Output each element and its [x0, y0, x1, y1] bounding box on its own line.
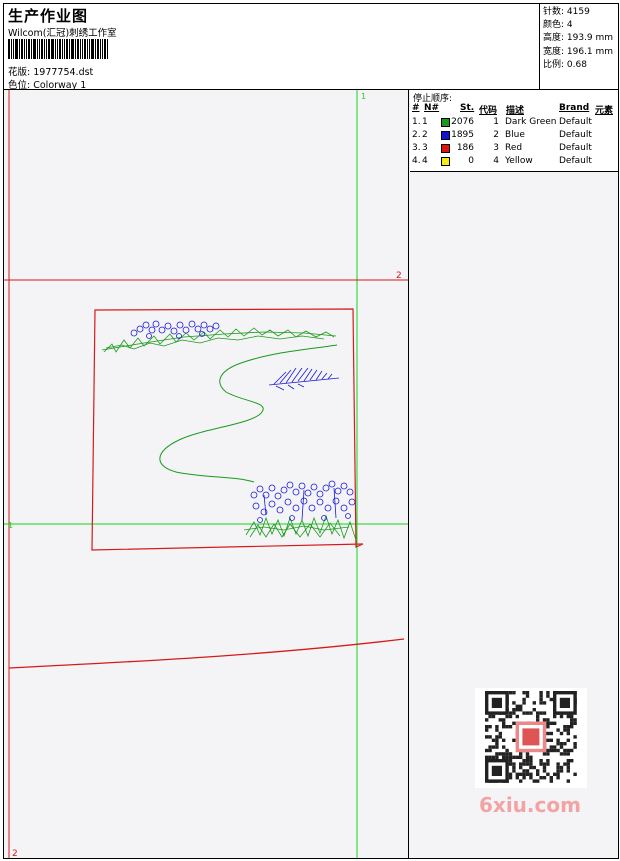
- stop-number: 2.: [412, 130, 421, 140]
- stop-number: 1.: [412, 117, 421, 127]
- company-name: Wilcom(汇冠)刺绣工作室: [8, 28, 117, 39]
- code-cell: 1: [493, 117, 499, 127]
- needle-number: 1: [422, 117, 428, 127]
- col-header-description: 描述: [506, 106, 525, 116]
- guide-label-green-top: 1: [361, 92, 366, 101]
- code-cell: 4: [493, 156, 499, 166]
- design-row: 花版: 1977754.dst: [8, 64, 93, 78]
- stop-sequence-panel: 停止顺序: # N# St. 代码 描述 Brand 元素 1. 1 2076 1 Da…: [410, 90, 618, 172]
- red-hoop-arc: [8, 638, 405, 669]
- col-header-stitches: St.: [460, 103, 475, 113]
- colorway-row: 色位: Colorway 1: [8, 77, 86, 91]
- qr-code-graphic: [485, 691, 577, 783]
- col-header-index: #: [412, 103, 420, 113]
- watermark-logo: 6xiu.com: [479, 793, 581, 817]
- stop-row: 3. 3 186 3 Red Default: [410, 143, 618, 156]
- header: 生产作业图 Wilcom(汇冠)刺绣工作室 花版: 1977754.dst 色位…: [4, 4, 618, 91]
- embroidery-preview: 1 2 1 2: [4, 90, 409, 858]
- col-header-code: 代码: [479, 106, 498, 116]
- stop-sequence-header: # N# St. 代码 描述 Brand 元素: [410, 103, 618, 116]
- stitch-count-cell: 0: [468, 156, 474, 166]
- guide-label-green-left: 1: [8, 521, 13, 530]
- needle-number: 3: [422, 143, 428, 153]
- top-blue-flowers: [130, 320, 220, 339]
- description-cell: Blue: [505, 130, 525, 140]
- col-header-needle: N#: [424, 103, 440, 113]
- brand-cell: Default: [559, 117, 592, 127]
- guide-label-red-bottom: 2: [12, 849, 18, 858]
- code-cell: 2: [493, 130, 499, 140]
- green-path: [159, 344, 338, 483]
- blue-fern: [268, 367, 340, 391]
- stitch-count-cell: 2076: [451, 117, 474, 127]
- stop-row: 4. 4 0 4 Yellow Default: [410, 156, 618, 169]
- bottom-grass-stitches: [243, 514, 357, 541]
- page-title: 生产作业图: [8, 7, 89, 25]
- brand-cell: Default: [559, 156, 592, 166]
- stitch-count-cell: 186: [456, 143, 474, 153]
- qr-code: [475, 688, 587, 788]
- thread-color-swatch: [441, 144, 450, 153]
- guide-label-red-right: 2: [396, 271, 402, 281]
- embroidery-canvas: 1 2 1 2: [4, 90, 408, 858]
- bottom-blue-flowers: [250, 480, 356, 523]
- design-width: 宽度: 196.1 mm: [543, 46, 614, 57]
- production-worksheet: 生产作业图 Wilcom(汇冠)刺绣工作室 花版: 1977754.dst 色位…: [3, 3, 619, 859]
- thread-color-swatch: [441, 131, 450, 140]
- description-cell: Dark Green: [505, 117, 557, 127]
- thread-color-swatch: [441, 157, 450, 166]
- color-count: 颜色: 4: [543, 20, 573, 31]
- needle-number: 2: [422, 130, 428, 140]
- description-cell: Yellow: [505, 156, 533, 166]
- col-header-brand: Brand: [559, 103, 590, 113]
- brand-cell: Default: [559, 130, 592, 140]
- top-grass-stitches: [101, 327, 337, 353]
- stop-row: 1. 1 2076 1 Dark Green Default: [410, 117, 618, 130]
- stitch-count-cell: 1895: [451, 130, 474, 140]
- stop-number: 3.: [412, 143, 421, 153]
- brand-cell: Default: [559, 143, 592, 153]
- stitch-count: 针数: 4159: [543, 7, 590, 17]
- barcode: [8, 39, 144, 59]
- design-info-box: 针数: 4159 颜色: 4 高度: 193.9 mm 宽度: 196.1 mm…: [539, 4, 618, 89]
- code-cell: 3: [493, 143, 499, 153]
- stop-number: 4.: [412, 156, 421, 166]
- thread-color-swatch: [441, 118, 450, 127]
- col-header-element: 元素: [595, 106, 614, 116]
- needle-number: 4: [422, 156, 428, 166]
- design-scale: 比例: 0.68: [543, 59, 587, 70]
- description-cell: Red: [505, 143, 523, 153]
- design-height: 高度: 193.9 mm: [543, 33, 614, 44]
- stop-row: 2. 2 1895 2 Blue Default: [410, 130, 618, 143]
